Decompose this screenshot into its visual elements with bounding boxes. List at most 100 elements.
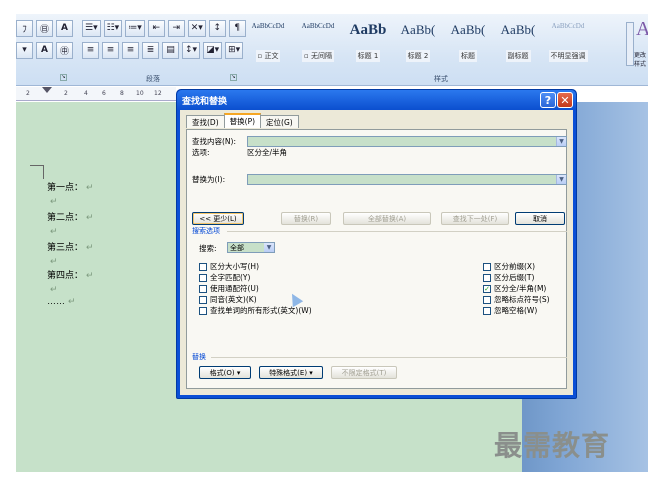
replace-all-button[interactable]: 全部替换(A) [343, 212, 431, 225]
checkbox-icon[interactable] [199, 284, 207, 293]
option-whole-word[interactable]: 全字匹配(Y) [199, 272, 250, 283]
tab-replace[interactable]: 替换(P) [223, 113, 262, 128]
option-ignore-spaces[interactable]: 忽略空格(W) [483, 305, 537, 316]
dialog-title-bar[interactable]: 查找和替换 ? ✕ [177, 90, 576, 110]
option-wildcards[interactable]: 使用通配符(U) [199, 283, 259, 294]
chinese-layout-icon[interactable]: ✕▾ [187, 19, 206, 37]
doc-line[interactable]: 第四点： ↵ [47, 268, 94, 281]
option-match-suffix[interactable]: 区分后缀(T) [483, 272, 534, 283]
doc-line[interactable]: …… ↵ [47, 296, 76, 307]
char-shading-icon[interactable]: ㊐ [36, 19, 53, 37]
option-label: 查找单词的所有形式(英文)(W) [210, 306, 312, 315]
style-normal[interactable]: AaBbCcDd ▫ 正文 [244, 18, 292, 66]
doc-line-text: …… [47, 296, 65, 306]
help-icon[interactable]: ? [540, 92, 556, 108]
doc-empty-line[interactable]: ↵ [47, 256, 58, 267]
borders-icon[interactable]: ⊞▾ [225, 41, 244, 59]
doc-empty-line[interactable]: ↵ [47, 284, 58, 295]
doc-empty-line[interactable]: ↵ [47, 196, 58, 207]
style-sample: AaBb [349, 22, 387, 38]
option-match-prefix[interactable]: 区分前缀(X) [483, 261, 535, 272]
phonetic-icon[interactable]: ﾌ [16, 19, 33, 37]
checkbox-icon[interactable] [199, 262, 207, 271]
ribbon-row-2: ▾ A ㊥ ≡ ≡ ≡ ≣ ▤ ↕▾ ◪▾ ⊞▾ [16, 40, 244, 60]
enclose-char-circle-icon[interactable]: ㊥ [56, 41, 73, 59]
style-subtle-emphasis[interactable]: AaBbCcDd 不明显强调 [544, 18, 592, 66]
search-options-title: 搜索选项 [192, 227, 220, 235]
char-border-icon[interactable]: A [56, 19, 73, 37]
search-direction-select[interactable]: 全部 ▼ [227, 242, 275, 253]
checkbox-icon[interactable] [483, 295, 491, 304]
replace-button[interactable]: 替换(R) [281, 212, 331, 225]
option-label: 区分前缀(X) [494, 262, 535, 271]
tab-goto[interactable]: 定位(G) [260, 115, 299, 128]
chevron-down-icon[interactable]: ▼ [264, 243, 274, 252]
tab-find[interactable]: 查找(D) [186, 115, 225, 128]
style-heading-1[interactable]: AaBb 标题 1 [344, 18, 392, 66]
style-no-spacing[interactable]: AaBbCcDd ▫ 无间隔 [294, 18, 342, 66]
increase-indent-icon[interactable]: ⇥ [167, 19, 185, 37]
no-formatting-button[interactable]: 不限定格式(T) [331, 366, 397, 379]
change-styles-label[interactable]: 更改样式 [634, 50, 648, 68]
cancel-button[interactable]: 取消 [515, 212, 565, 225]
paragraph-dialog-launcher-icon[interactable]: ↘ [230, 74, 237, 81]
change-styles-icon[interactable]: A [636, 18, 648, 41]
style-name: 标题 2 [405, 50, 431, 62]
checkbox-icon[interactable] [199, 306, 207, 315]
option-label: 忽略标点符号(S) [494, 295, 550, 304]
style-title[interactable]: AaBb( 标题 [444, 18, 492, 66]
enclose-char-icon[interactable]: A [36, 41, 53, 59]
decrease-indent-icon[interactable]: ⇤ [147, 19, 165, 37]
shading-icon[interactable]: ◪▾ [203, 41, 223, 59]
paragraph-mark: ↵ [50, 256, 58, 266]
close-icon[interactable]: ✕ [557, 92, 573, 108]
ruler-tick: 2 [26, 90, 30, 97]
dialog-tabs: 查找(D) 替换(P) 定位(G) [186, 113, 299, 128]
doc-line[interactable]: 第三点： ↵ [47, 240, 94, 253]
align-left-icon[interactable]: ≡ [82, 41, 99, 59]
chevron-down-icon[interactable]: ▼ [556, 175, 566, 184]
style-name: 标题 [459, 50, 477, 62]
align-center-icon[interactable]: ≡ [102, 41, 119, 59]
checkbox-icon[interactable] [483, 306, 491, 315]
find-next-button[interactable]: 查找下一处(F) [441, 212, 509, 225]
doc-line[interactable]: 第二点： ↵ [47, 210, 94, 223]
bullets-icon[interactable]: ☰▾ [82, 19, 101, 37]
less-button[interactable]: << 更少(L) [192, 212, 244, 225]
checkbox-icon[interactable] [483, 273, 491, 282]
replace-with-input[interactable]: ▼ [247, 174, 567, 185]
option-label: 区分全/半角(M) [494, 284, 547, 293]
sort-icon[interactable]: ↕ [208, 19, 226, 37]
dropdown-arrow-icon[interactable]: ▾ [16, 41, 33, 59]
checkbox-checked-icon[interactable]: ✓ [483, 284, 491, 293]
option-match-width[interactable]: ✓ 区分全/半角(M) [483, 283, 546, 294]
doc-line-text: 第四点： [47, 270, 84, 280]
horizontal-ruler[interactable]: 2 2 4 6 8 10 12 [16, 87, 176, 101]
style-subtitle[interactable]: AaBb( 副标题 [494, 18, 542, 66]
checkbox-icon[interactable] [199, 273, 207, 282]
option-sounds-like[interactable]: 同音(英文)(K) [199, 294, 257, 305]
line-spacing-icon[interactable]: ↕▾ [182, 41, 201, 59]
justify-icon[interactable]: ≣ [142, 41, 159, 59]
doc-line[interactable]: 第一点： ↵ [47, 180, 94, 193]
indent-marker-icon[interactable] [42, 87, 52, 93]
option-match-case[interactable]: 区分大小写(H) [199, 261, 259, 272]
special-button[interactable]: 特殊格式(E) ▾ [259, 366, 323, 379]
option-all-word-forms[interactable]: 查找单词的所有形式(英文)(W) [199, 305, 312, 316]
dialog-body: 查找(D) 替换(P) 定位(G) 查找内容(N): ▼ 选项: 区分全/半角 … [180, 110, 573, 395]
find-what-input[interactable]: ▼ [247, 136, 567, 147]
option-label: 使用通配符(U) [210, 284, 259, 293]
styles-scroll-arrows[interactable] [626, 22, 634, 66]
checkbox-icon[interactable] [199, 295, 207, 304]
format-button[interactable]: 格式(O) ▾ [199, 366, 251, 379]
doc-empty-line[interactable]: ↵ [47, 226, 58, 237]
distributed-icon[interactable]: ▤ [162, 41, 179, 59]
font-dialog-launcher-icon[interactable]: ↘ [60, 74, 67, 81]
multilevel-list-icon[interactable]: ≔▾ [125, 19, 145, 37]
align-right-icon[interactable]: ≡ [122, 41, 139, 59]
numbering-icon[interactable]: ☷▾ [103, 19, 123, 37]
checkbox-icon[interactable] [483, 262, 491, 271]
style-heading-2[interactable]: AaBb( 标题 2 [394, 18, 442, 66]
chevron-down-icon[interactable]: ▼ [556, 137, 566, 146]
option-ignore-punctuation[interactable]: 忽略标点符号(S) [483, 294, 550, 305]
